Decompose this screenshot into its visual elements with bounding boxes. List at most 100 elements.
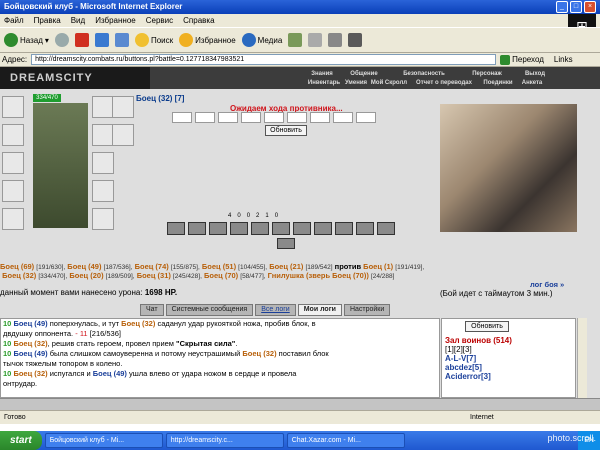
stop-icon[interactable]: [74, 33, 89, 47]
back-button[interactable]: Назад ▾: [4, 33, 49, 47]
bracers-slot[interactable]: [112, 124, 134, 146]
fighter-name[interactable]: Боец (31): [137, 271, 171, 280]
boots-slot[interactable]: [92, 208, 114, 230]
skill-slot[interactable]: [230, 222, 248, 235]
tab-all-logs[interactable]: Все логи: [255, 304, 296, 316]
skill-slot[interactable]: [314, 222, 332, 235]
skill-slot[interactable]: [167, 222, 185, 235]
chat-input-bar[interactable]: [0, 398, 600, 410]
menu-help[interactable]: Справка: [183, 14, 214, 27]
skill-slot[interactable]: [272, 222, 290, 235]
log-fighter[interactable]: Боец (32): [121, 319, 155, 328]
skill-slot[interactable]: [293, 222, 311, 235]
helmet-slot[interactable]: [2, 96, 24, 118]
attack-cell[interactable]: [264, 112, 284, 123]
attack-cell[interactable]: [195, 112, 215, 123]
log-fighter[interactable]: Боец (49): [13, 349, 47, 358]
media-button[interactable]: Медиа: [241, 33, 282, 47]
address-input[interactable]: http://dreamscity.combats.ru/buttons.pl?…: [31, 54, 497, 65]
close-button[interactable]: ×: [584, 1, 596, 13]
menu-view[interactable]: Вид: [71, 14, 85, 27]
fighter-name[interactable]: Боец (49): [67, 262, 101, 271]
weapon-slot[interactable]: [2, 152, 24, 174]
gloves-slot[interactable]: [92, 124, 114, 146]
nav-security[interactable]: Безопасность: [389, 71, 459, 77]
skill-slot[interactable]: [377, 222, 395, 235]
skill-slot[interactable]: [335, 222, 353, 235]
refresh-battle-button[interactable]: Обновить: [265, 125, 307, 136]
nav-knowledge[interactable]: Знания: [305, 71, 339, 77]
skill-slot[interactable]: [251, 222, 269, 235]
log-fighter[interactable]: Боец (49): [93, 369, 127, 378]
nav-profile[interactable]: Анкета: [517, 80, 547, 86]
taskbar-item[interactable]: Бойцовский клуб - Mi...: [44, 433, 163, 448]
menu-tools[interactable]: Сервис: [146, 14, 173, 27]
start-button[interactable]: start: [0, 431, 42, 450]
taskbar-item[interactable]: http://dreamscity.c...: [165, 433, 284, 448]
fighter-name[interactable]: Боец (51): [202, 262, 236, 271]
amulet-slot[interactable]: [2, 124, 24, 146]
go-button[interactable]: Переход: [500, 54, 544, 65]
history-icon[interactable]: [288, 33, 303, 47]
fighter-name[interactable]: Боец (1): [363, 262, 393, 271]
home-icon[interactable]: [114, 33, 129, 47]
pants-slot[interactable]: [92, 180, 114, 202]
hall-user[interactable]: abcdez[5]: [445, 363, 572, 372]
ring-slot[interactable]: [112, 96, 134, 118]
menu-edit[interactable]: Правка: [34, 14, 61, 27]
skill-slot[interactable]: [356, 222, 374, 235]
tab-settings[interactable]: Настройки: [343, 304, 391, 316]
fighter-name[interactable]: Боец (69): [0, 262, 34, 271]
log-fighter[interactable]: Боец (32): [13, 369, 47, 378]
attack-cell[interactable]: [172, 112, 192, 123]
nav-exit[interactable]: Выход: [515, 71, 555, 77]
log-fighter[interactable]: Боец (32): [242, 349, 276, 358]
skill-slot[interactable]: [188, 222, 206, 235]
attack-cell[interactable]: [218, 112, 238, 123]
attack-cell[interactable]: [287, 112, 307, 123]
menu-favorites[interactable]: Избранное: [95, 14, 136, 27]
tab-chat[interactable]: Чат: [140, 304, 164, 316]
shield-slot[interactable]: [92, 152, 114, 174]
belt-slot[interactable]: [2, 208, 24, 230]
hall-user[interactable]: Aciderror[3]: [445, 372, 572, 381]
attack-cell[interactable]: [241, 112, 261, 123]
fighter-name[interactable]: Боец (21): [269, 262, 303, 271]
attack-cell[interactable]: [333, 112, 353, 123]
taskbar-item[interactable]: Chat.Xazar.com - Mi...: [286, 433, 405, 448]
tab-system[interactable]: Системные сообщения: [165, 304, 254, 316]
attack-cell[interactable]: [356, 112, 376, 123]
refresh-icon[interactable]: [94, 33, 109, 47]
fighter-name[interactable]: Гнилушка (зверь Боец (70)): [268, 271, 369, 280]
earring-slot[interactable]: [92, 96, 114, 118]
battle-log-link[interactable]: лог боя »: [530, 280, 564, 289]
minimize-button[interactable]: _: [556, 1, 568, 13]
nav-inventory[interactable]: Инвентарь: [305, 80, 343, 86]
hall-user[interactable]: A-L-V[7]: [445, 354, 572, 363]
print-icon[interactable]: [328, 33, 343, 47]
armor-slot[interactable]: [2, 180, 24, 202]
mail-icon[interactable]: [308, 33, 323, 47]
edit-icon[interactable]: [348, 33, 363, 47]
links-button[interactable]: Links: [554, 55, 573, 64]
tab-my-logs[interactable]: Мои логи: [297, 304, 342, 316]
chevron-down-icon[interactable]: ▾: [45, 36, 49, 45]
search-button[interactable]: Поиск: [134, 33, 173, 47]
log-fighter[interactable]: Боец (49): [13, 319, 47, 328]
nav-battles[interactable]: Поединки: [479, 80, 517, 86]
nav-skills[interactable]: Умения: [343, 80, 369, 86]
favorites-button[interactable]: Избранное: [179, 33, 236, 47]
nav-transfers[interactable]: Отчет о переводах: [409, 80, 479, 86]
maximize-button[interactable]: □: [570, 1, 582, 13]
log-fighter[interactable]: Боец (32): [13, 339, 47, 348]
refresh-hall-button[interactable]: Обновить: [465, 321, 509, 332]
nav-scroll[interactable]: Мой Скролл: [369, 80, 409, 86]
fighter-name[interactable]: Боец (20): [69, 271, 103, 280]
attack-cell[interactable]: [310, 112, 330, 123]
menu-file[interactable]: Файл: [4, 14, 24, 27]
skill-slot[interactable]: [209, 222, 227, 235]
fighter-name[interactable]: Боец (70): [204, 271, 238, 280]
nav-character[interactable]: Персонаж: [459, 71, 515, 77]
hall-pages[interactable]: [1][2][3]: [445, 345, 572, 354]
forward-arrow-icon[interactable]: [54, 33, 69, 47]
